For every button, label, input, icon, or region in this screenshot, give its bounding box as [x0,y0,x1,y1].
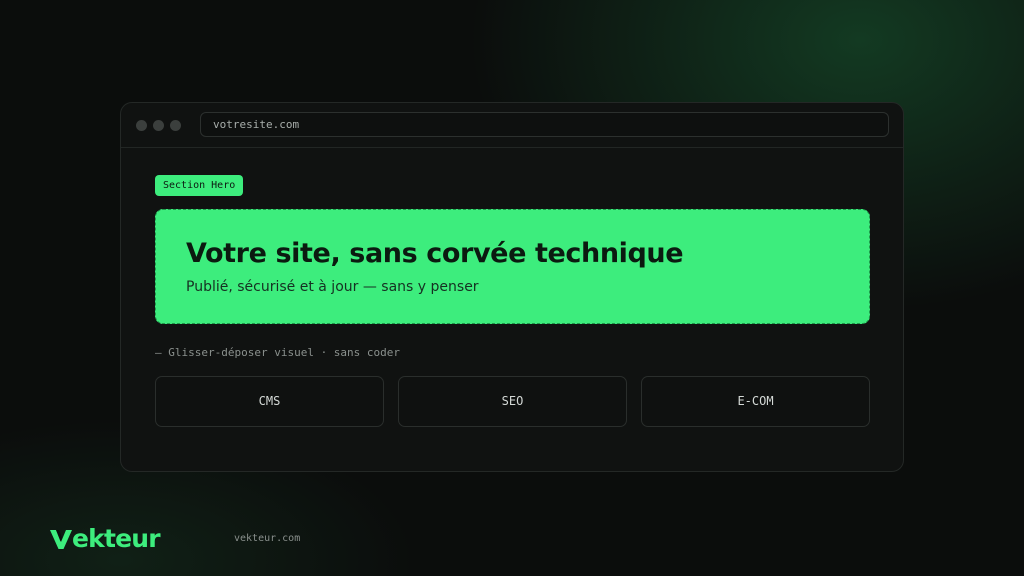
hero-subtitle: Publié, sécurisé et à jour — sans y pens… [186,279,479,295]
window-close-dot[interactable] [136,120,147,131]
address-bar[interactable]: votresite.com [200,112,889,137]
feature-card-label: SEO [501,394,524,408]
brand-wordmark: ekteur [72,524,161,553]
feature-card-ecom[interactable]: E-COM [641,376,870,427]
address-bar-url: votresite.com [213,118,300,131]
hero-section[interactable]: Votre site, sans corvée technique Publié… [155,209,870,324]
brand-logo: ekteur [49,524,161,553]
feature-card-cms[interactable]: CMS [155,376,384,427]
drag-drop-hint: — Glisser-déposer visuel · sans coder [155,346,401,359]
feature-card-seo[interactable]: SEO [398,376,627,427]
footer-url[interactable]: vekteur.com [234,533,300,544]
section-tag[interactable]: Section Hero [155,175,244,196]
browser-window: votresite.com Section Hero Votre site, s… [120,102,904,472]
feature-card-label: CMS [258,394,281,408]
vekteur-v-mark-icon [50,530,72,549]
hero-title: Votre site, sans corvée technique [186,238,684,269]
browser-toolbar: votresite.com [121,103,903,148]
window-maximize-dot[interactable] [170,120,181,131]
window-minimize-dot[interactable] [153,120,164,131]
feature-card-label: E-COM [737,394,774,408]
